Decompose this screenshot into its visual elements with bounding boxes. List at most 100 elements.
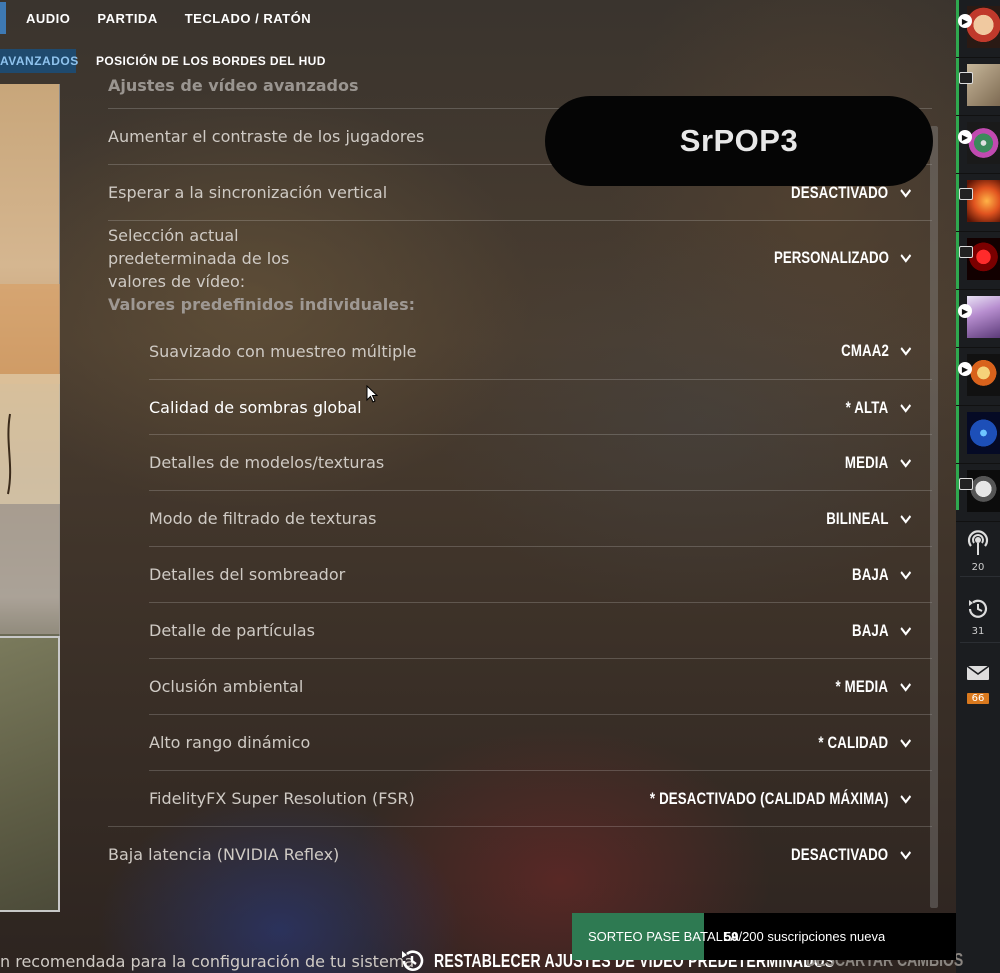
sidebar-stat-podcast[interactable]: 20 — [956, 528, 1000, 573]
setting-row-reflex[interactable]: Baja latencia (NVIDIA Reflex) DESACTIVAD… — [108, 826, 932, 882]
tv-icon — [959, 72, 973, 84]
setting-row-shadows[interactable]: Calidad de sombras global * ALTA — [149, 379, 932, 435]
tv-icon — [959, 246, 973, 258]
divider — [960, 576, 1000, 577]
subtab-avanzados[interactable]: AVANZADOS — [0, 49, 78, 73]
nav-accent-bar — [0, 2, 6, 34]
setting-label: Oclusión ambiental — [149, 677, 304, 696]
tv-icon — [959, 188, 973, 200]
avatar — [967, 238, 1000, 280]
setting-row-filtering[interactable]: Modo de filtrado de texturas BILINEAL — [149, 490, 932, 546]
preset-dropdown[interactable]: PERSONALIZADO — [774, 248, 912, 268]
channel-avatar[interactable] — [956, 406, 1000, 464]
sidebar-stat-history[interactable]: 31 — [956, 596, 1000, 637]
history-icon — [402, 950, 424, 971]
subscription-ticker: SORTEO PASE BATALLA 59/200 suscripciones… — [572, 913, 956, 960]
podcast-icon — [967, 530, 989, 555]
setting-value: BILINEAL — [826, 508, 889, 528]
setting-value: DESACTIVADO — [791, 844, 889, 864]
setting-dropdown[interactable]: * MEDIA — [836, 677, 912, 697]
setting-value: * ALTA — [845, 397, 889, 417]
play-icon: ▶ — [958, 304, 972, 318]
channel-avatar[interactable] — [956, 174, 1000, 232]
setting-value: * CALIDAD — [818, 732, 889, 752]
setting-value: BAJA — [851, 620, 889, 640]
setting-row-models[interactable]: Detalles de modelos/texturas MEDIA — [149, 434, 932, 490]
preset-sub-heading: Valores predefinidos individuales: — [108, 295, 416, 314]
ticker-rest: /200 suscripciones nueva — [738, 929, 886, 944]
mouse-cursor-icon — [366, 385, 378, 403]
setting-dropdown[interactable]: * CALIDAD — [819, 733, 912, 753]
tab-partida[interactable]: PARTIDA — [97, 11, 157, 26]
setting-row-hdr[interactable]: Alto rango dinámico * CALIDAD — [149, 714, 932, 770]
chevron-down-icon — [900, 514, 912, 524]
chevron-down-icon — [900, 254, 912, 263]
stat-value: 31 — [971, 626, 985, 637]
channel-avatar[interactable] — [956, 464, 1000, 522]
preset-label-line: valores de vídeo: — [108, 272, 246, 291]
avatar — [967, 64, 1000, 106]
chevron-down-icon — [900, 188, 912, 198]
setting-label: Modo de filtrado de texturas — [149, 509, 377, 528]
play-icon: ▶ — [958, 362, 972, 376]
top-navigation: AUDIO PARTIDA TECLADO / RATÓN — [0, 0, 338, 36]
channel-avatar[interactable]: ▶ — [956, 290, 1000, 348]
setting-label: Calidad de sombras global — [149, 398, 362, 417]
chat-sidebar: ▶ ▶ ▶ ▶ 20 31 66 — [956, 0, 1000, 973]
chevron-down-icon — [900, 626, 912, 636]
setting-dropdown[interactable]: BAJA — [852, 565, 912, 585]
setting-dropdown[interactable]: DESACTIVADO — [791, 845, 912, 865]
setting-dropdown[interactable]: BAJA — [852, 621, 912, 641]
channel-avatar[interactable]: ▶ — [956, 0, 1000, 58]
settings-scrollbar[interactable] — [930, 126, 938, 908]
ticker-progress: 59/200 suscripciones nueva — [704, 929, 885, 944]
setting-label: Esperar a la sincronización vertical — [108, 183, 388, 202]
game-scene-art — [0, 284, 60, 634]
setting-label: Detalle de partículas — [149, 621, 315, 640]
sidebar-stat-mail[interactable]: 66 — [956, 664, 1000, 705]
chevron-down-icon — [900, 347, 912, 356]
setting-label: Alto rango dinámico — [149, 733, 311, 752]
setting-row-ambient-occlusion[interactable]: Oclusión ambiental * MEDIA — [149, 658, 932, 714]
avatar — [967, 470, 1000, 512]
scrollbar-thumb[interactable] — [930, 126, 938, 908]
setting-value: CMAA2 — [840, 341, 889, 360]
setting-label: Detalles del sombreador — [149, 565, 346, 584]
play-icon: ▶ — [958, 130, 972, 144]
section-title: Ajustes de vídeo avanzados — [108, 76, 359, 95]
setting-dropdown[interactable]: BILINEAL — [826, 509, 912, 529]
ticker-label-box: SORTEO PASE BATALLA — [572, 913, 739, 960]
tab-audio[interactable]: AUDIO — [26, 11, 70, 26]
chevron-down-icon — [900, 850, 912, 860]
setting-value: PERSONALIZADO — [773, 248, 889, 267]
setting-label: Baja latencia (NVIDIA Reflex) — [108, 845, 340, 864]
ticker-count: 59 — [724, 929, 739, 944]
chevron-down-icon — [900, 403, 912, 413]
preset-label-line: Selección actual — [108, 226, 239, 245]
setting-dropdown[interactable]: * DESACTIVADO (CALIDAD MÁXIMA) — [650, 789, 912, 809]
avatar — [967, 180, 1000, 222]
chevron-down-icon — [900, 738, 912, 748]
setting-row-fsr[interactable]: FidelityFX Super Resolution (FSR) * DESA… — [149, 770, 932, 826]
chevron-down-icon — [900, 570, 912, 580]
tab-teclado-raton[interactable]: TECLADO / RATÓN — [185, 11, 311, 26]
avatar — [967, 122, 1000, 164]
channel-avatar[interactable] — [956, 232, 1000, 290]
setting-row-msaa[interactable]: Suavizado con muestreo múltiple CMAA2 — [149, 323, 932, 379]
divider — [108, 220, 932, 221]
streamer-name: SrPOP3 — [679, 123, 799, 158]
setting-row-particles[interactable]: Detalle de partículas BAJA — [149, 602, 932, 658]
channel-avatar[interactable]: ▶ — [956, 348, 1000, 406]
minimap-frame — [0, 636, 60, 912]
setting-dropdown[interactable]: * ALTA — [846, 398, 912, 418]
sub-navigation: AVANZADOS POSICIÓN DE LOS BORDES DEL HUD — [0, 49, 326, 73]
subtab-hud-borders[interactable]: POSICIÓN DE LOS BORDES DEL HUD — [96, 54, 326, 68]
setting-row-shader[interactable]: Detalles del sombreador BAJA — [149, 546, 932, 602]
channel-avatar[interactable]: ▶ — [956, 116, 1000, 174]
channel-avatar[interactable] — [956, 58, 1000, 116]
setting-dropdown[interactable]: CMAA2 — [841, 341, 912, 361]
setting-dropdown[interactable]: MEDIA — [845, 453, 912, 473]
avatar — [967, 354, 1000, 396]
mail-icon — [966, 665, 990, 680]
avatar — [967, 412, 1000, 454]
